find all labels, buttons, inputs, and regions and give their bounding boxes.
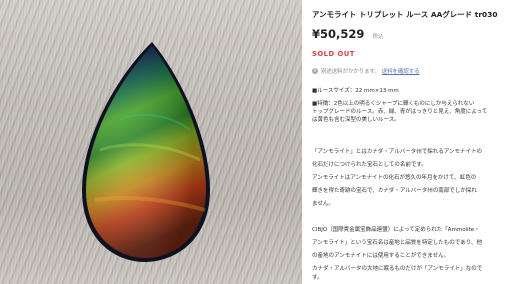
shipping-note: 別途送料がかかります。 <box>321 69 380 75</box>
product-info-panel: アンモライト トリプレット ルース AAグレード tr030 ¥50,529 税… <box>302 0 512 284</box>
description-line: ■ルースサイズ：22 mm×13 mm <box>312 88 399 94</box>
description-line: の産地のアンモナイトには使用することができません。 <box>312 253 450 259</box>
price-row: ¥50,529 税込 <box>312 23 384 42</box>
description-line: アンモライト」という宝石名は産地と品質を特定したものであり、他 <box>312 240 483 246</box>
description-line: ません。 <box>312 201 334 207</box>
description-line: カナダ・アルバータの大地に眠るものだけが「アンモライト」なので <box>312 266 483 272</box>
description-line: 「アンモライト」とはカナダ・アルバータ州で採れるアンモナイトの <box>312 149 483 155</box>
description-line: CIBJO（国際貴金属宝飾品連盟）によって定められた「Ammolite・ <box>312 227 480 233</box>
description-line: は黄色も含む深型の美しいルース。 <box>312 117 400 123</box>
description-line: トップグレードのルース。赤、緑、青がはっきりと見え、角度によって <box>312 109 488 115</box>
product-photo[interactable] <box>0 0 302 284</box>
description-line: 輝きを得た奇跡の宝石で、カナダ・アルバータ州の南部でしか採れ <box>312 188 477 194</box>
description-line: 化石だけにつけられた宝石としての名前です。 <box>312 162 427 168</box>
info-icon: i <box>312 68 318 74</box>
tax-note: 税込 <box>372 34 384 40</box>
product-title: アンモライト トリプレット ルース AAグレード tr030 <box>312 10 498 19</box>
description-line: ■特徴：2色以上の明るくシャープに輝くものにしか与えられない <box>312 101 475 107</box>
ammolite-gem-image <box>82 42 210 262</box>
shipping-info: i 別途送料がかかります。 送料を確認する <box>312 67 420 75</box>
price: ¥50,529 <box>312 27 365 41</box>
description-line: アンモライトはアンモナイトの化石が悠久の年月をかけて、虹色の <box>312 175 477 181</box>
sold-out-label: SOLD OUT <box>312 50 355 58</box>
shipping-link[interactable]: 送料を確認する <box>382 67 420 75</box>
description-line: す。 <box>312 275 323 281</box>
